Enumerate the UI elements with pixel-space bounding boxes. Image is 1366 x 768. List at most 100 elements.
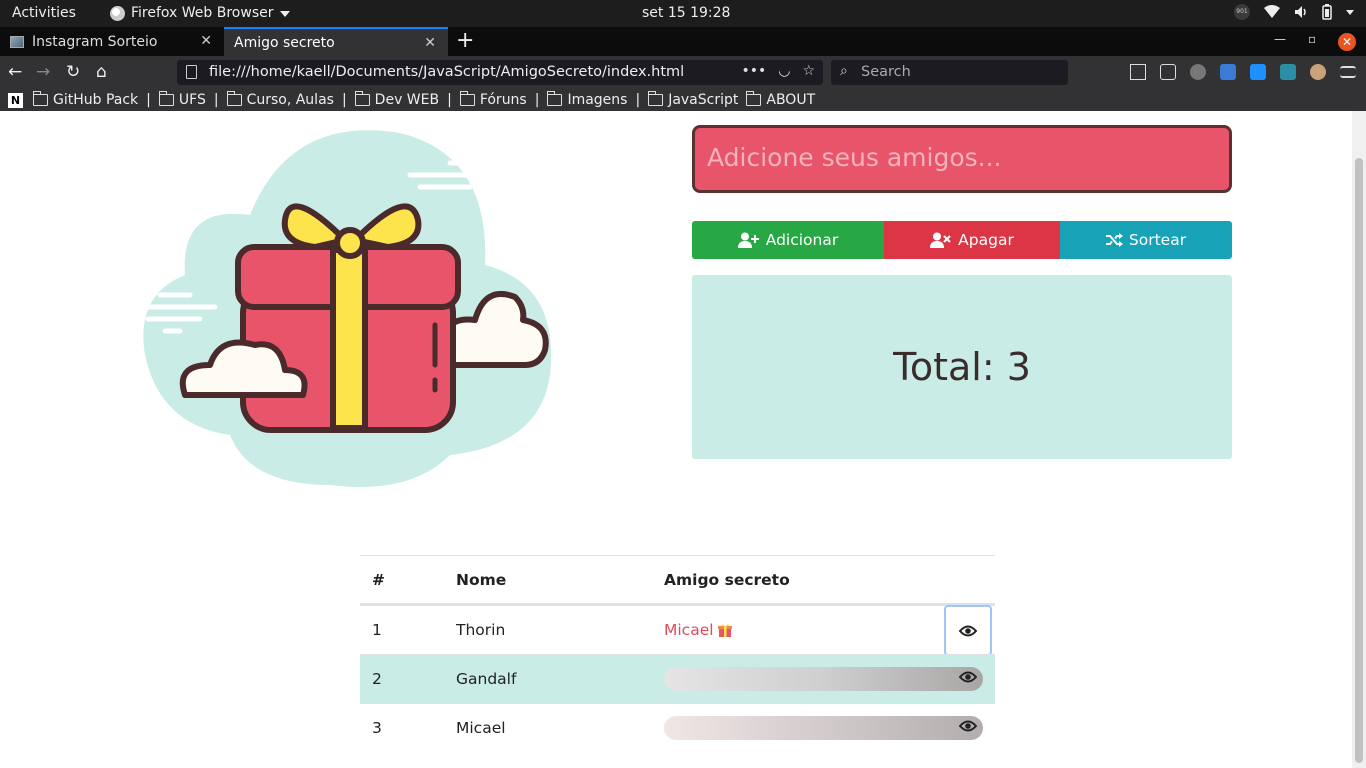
- close-window-button[interactable]: ✕: [1338, 33, 1356, 51]
- library-icon[interactable]: [1130, 64, 1146, 80]
- eye-icon[interactable]: [959, 720, 977, 732]
- app-menu[interactable]: Firefox Web Browser: [110, 5, 290, 21]
- page-icon: [186, 65, 197, 79]
- bookmark-folder[interactable]: ABOUT: [746, 91, 816, 108]
- reveal-toggle-button[interactable]: [944, 605, 992, 656]
- hidden-friend-bar[interactable]: [664, 716, 983, 740]
- extension-icon[interactable]: [1310, 64, 1326, 80]
- close-tab-icon[interactable]: ✕: [424, 35, 436, 51]
- url-bar[interactable]: file:///home/kaell/Documents/JavaScript/…: [177, 60, 823, 85]
- sidebar-icon[interactable]: [1160, 64, 1176, 80]
- row-name: Gandalf: [456, 670, 517, 688]
- extension-icon[interactable]: [1280, 64, 1296, 80]
- hidden-friend-bar[interactable]: [664, 667, 983, 691]
- bookmark-folder[interactable]: JavaScript: [648, 91, 739, 108]
- home-button[interactable]: ⌂: [96, 62, 107, 82]
- table-row: 3 Micael: [360, 703, 995, 752]
- tab-favicon-icon: [10, 35, 24, 48]
- restore-window-icon[interactable]: ▫: [1308, 32, 1316, 46]
- bookmark-label: JavaScript: [668, 92, 739, 108]
- row-name: Thorin: [456, 621, 506, 639]
- friend-name-input[interactable]: Adicione seus amigos...: [692, 125, 1232, 193]
- bookmark-separator: |: [635, 92, 641, 108]
- folder-icon: [354, 91, 370, 106]
- gift-illustration: [143, 130, 552, 487]
- search-bar[interactable]: ⌕ Search: [831, 60, 1068, 85]
- new-tab-button[interactable]: +: [456, 28, 474, 53]
- tab-label: Amigo secreto: [234, 34, 335, 51]
- header-secret-friend: Amigo secreto: [664, 570, 790, 589]
- folder-icon: [746, 91, 762, 106]
- header-name: Nome: [456, 570, 507, 589]
- bookmark-separator: |: [146, 92, 151, 108]
- url-text[interactable]: file:///home/kaell/Documents/JavaScript/…: [209, 64, 684, 80]
- bookmark-separator: |: [213, 92, 219, 108]
- system-top-bar: Activities Firefox Web Browser set 15 19…: [0, 0, 1366, 27]
- bookmark-folder[interactable]: Curso, Aulas: [226, 91, 334, 108]
- translate-icon[interactable]: [1220, 64, 1236, 80]
- chevron-down-icon: [279, 11, 290, 17]
- bookmark-label: Dev WEB: [374, 92, 440, 108]
- results-table: # Nome Amigo secreto 1 Thorin Micael 2 G…: [360, 555, 995, 752]
- menu-icon[interactable]: [1340, 66, 1356, 78]
- tab-label: Instagram Sorteio: [32, 33, 158, 50]
- eye-icon: [959, 625, 977, 636]
- bookmark-label: Fóruns: [479, 92, 527, 108]
- revealed-friend-name: Micael: [664, 621, 714, 639]
- add-friend-button[interactable]: Adicionar: [692, 221, 884, 259]
- draw-button[interactable]: Sortear: [1060, 221, 1232, 259]
- forward-button[interactable]: →: [36, 62, 50, 82]
- shuffle-icon: [1105, 233, 1123, 247]
- page-scrollbar[interactable]: [1352, 111, 1366, 768]
- bookmark-folder[interactable]: Fóruns: [459, 91, 527, 108]
- battery-icon: [1322, 4, 1332, 20]
- user-remove-icon: [930, 232, 951, 248]
- volume-icon: [1295, 6, 1306, 18]
- table-header-row: # Nome Amigo secreto: [360, 555, 995, 605]
- navigation-toolbar: ← → ↻ ⌂ file:///home/kaell/Documents/Jav…: [0, 56, 1366, 89]
- table-row: 2 Gandalf: [360, 654, 995, 703]
- extension-icon[interactable]: [1250, 64, 1266, 80]
- bookmark-folder[interactable]: Imagens: [547, 91, 627, 108]
- scrollbar-thumb[interactable]: [1355, 158, 1363, 763]
- tab-amigo-secreto[interactable]: Amigo secreto ✕: [224, 27, 448, 56]
- clock[interactable]: set 15 19:28: [642, 5, 730, 21]
- delete-friend-button[interactable]: Apagar: [884, 221, 1060, 259]
- folder-icon: [547, 91, 563, 106]
- bookmark-folder[interactable]: UFS: [158, 91, 206, 108]
- bookmark-label: GitHub Pack: [53, 92, 139, 108]
- bookmarks-bar: N GitHub Pack | UFS | Curso, Aulas | Dev…: [0, 89, 1366, 111]
- minimize-window-icon[interactable]: —: [1274, 32, 1286, 46]
- bookmark-label: ABOUT: [766, 92, 816, 108]
- activities-button[interactable]: Activities: [12, 5, 76, 21]
- close-tab-icon[interactable]: ✕: [200, 33, 212, 49]
- bookmark-separator: |: [341, 92, 347, 108]
- bookmark-folder[interactable]: GitHub Pack: [33, 91, 139, 108]
- pocket-icon[interactable]: ◡: [778, 63, 790, 79]
- add-button-label: Adicionar: [765, 231, 839, 249]
- back-button[interactable]: ←: [8, 62, 22, 82]
- search-icon: ⌕: [840, 63, 848, 79]
- eye-icon[interactable]: [959, 671, 977, 683]
- wifi-icon: [1264, 5, 1280, 18]
- folder-icon: [648, 91, 664, 106]
- revealed-friend: Micael: [664, 606, 732, 654]
- table-row: 1 Thorin Micael: [360, 605, 995, 656]
- firefox-icon: [110, 5, 125, 21]
- system-tray[interactable]: 901: [1234, 4, 1354, 20]
- bookmark-folder[interactable]: Dev WEB: [354, 91, 440, 108]
- reload-button[interactable]: ↻: [66, 62, 80, 82]
- draw-button-label: Sortear: [1128, 231, 1187, 249]
- page-content: Adicione seus amigos... Adicionar Apagar…: [0, 111, 1352, 768]
- bookmark-star-icon[interactable]: ☆: [802, 63, 815, 79]
- folder-icon: [226, 91, 242, 106]
- system-menu-chevron-icon: [1346, 9, 1354, 15]
- notion-icon[interactable]: N: [8, 92, 23, 108]
- user-plus-icon: [737, 232, 759, 248]
- tab-strip: Instagram Sorteio ✕ Amigo secreto ✕ + — …: [0, 27, 1366, 56]
- bookmark-label: UFS: [178, 92, 206, 108]
- tray-app-icon[interactable]: 901: [1234, 4, 1250, 20]
- page-actions-icon[interactable]: •••: [741, 63, 766, 79]
- extension-icon[interactable]: [1190, 64, 1206, 80]
- tab-instagram-sorteio[interactable]: Instagram Sorteio ✕: [0, 27, 224, 56]
